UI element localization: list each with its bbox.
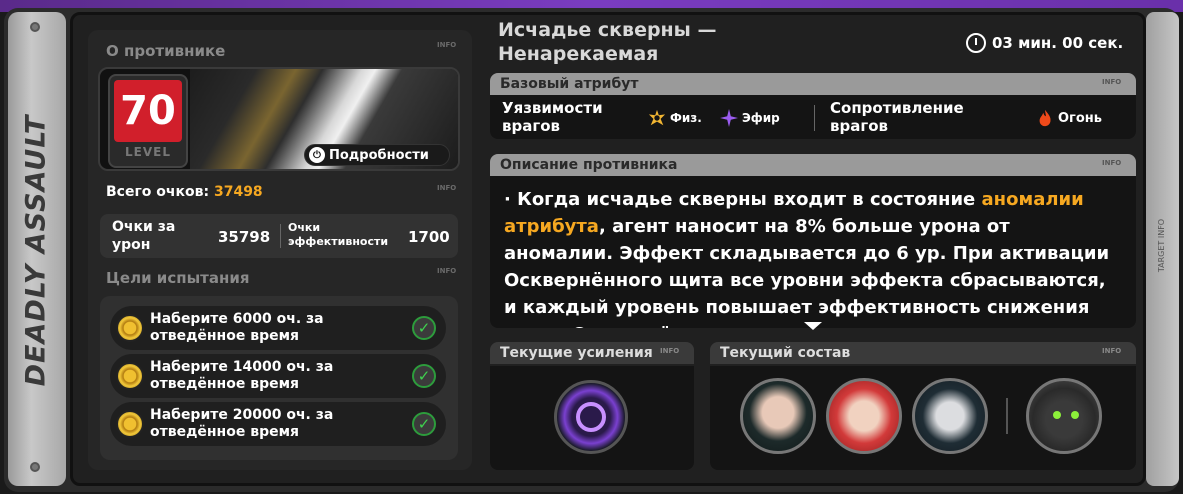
weakness-physical-label: Физ.: [670, 111, 702, 125]
fire-icon: [1039, 109, 1051, 127]
scroll-down-icon[interactable]: [804, 322, 822, 330]
info-tag: INFO: [1102, 347, 1122, 355]
details-button[interactable]: ⏻ Подробности: [304, 144, 450, 166]
bangboo-eye: [1071, 411, 1079, 419]
timer: 03 мин. 00 сек.: [966, 33, 1123, 53]
weakness-physical: Физ.: [648, 109, 702, 127]
team-header: Текущий состав INFO: [710, 342, 1136, 364]
check-icon: ✓: [412, 412, 436, 436]
level-number: 70: [120, 88, 176, 134]
resistance-fire-label: Огонь: [1058, 110, 1102, 126]
buffs-title: Текущие усиления: [500, 345, 653, 361]
side-label: DEADLY ASSAULT: [20, 114, 52, 386]
score-breakdown: Очки за урон 35798 Очки эффективности 17…: [100, 214, 458, 258]
buffs-header: Текущие усиления INFO: [490, 342, 694, 364]
details-button-label: Подробности: [329, 147, 429, 163]
info-tag: INFO: [437, 267, 457, 275]
goals-list: Наберите 6000 оч. за отведённое время ✓ …: [100, 296, 458, 460]
timer-value: 03 мин. 00 сек.: [992, 34, 1124, 52]
buff-icon[interactable]: [554, 380, 628, 454]
divider: [280, 224, 281, 248]
efficiency-score-label: Очки эффективности: [288, 221, 389, 248]
bangboo-avatar[interactable]: [1026, 378, 1102, 454]
level-number-bg: 70: [114, 80, 182, 142]
right-label: TARGET INFO: [1157, 218, 1167, 272]
description-title: Описание противника: [500, 157, 678, 173]
description-panel[interactable]: · Когда исчадье скверны входит в состоян…: [490, 176, 1136, 328]
goal-item: Наберите 6000 оч. за отведённое время ✓: [110, 306, 446, 350]
info-tag: INFO: [437, 184, 457, 192]
divider: [814, 105, 815, 131]
base-attribute-panel: Уязвимости врагов Физ. Эфир Сопротивлени…: [490, 95, 1136, 139]
medal-icon: [116, 410, 144, 438]
info-tag: INFO: [1102, 159, 1122, 167]
base-attribute-title: Базовый атрибут: [500, 76, 639, 92]
weakness-ether-label: Эфир: [742, 111, 780, 125]
goal-item: Наберите 20000 оч. за отведённое время ✓: [110, 402, 446, 446]
clock-icon: [966, 33, 986, 53]
level-badge: 70 LEVEL: [108, 74, 188, 168]
goals-section-title: Цели испытания: [106, 269, 250, 287]
efficiency-score-value: 1700: [408, 228, 450, 246]
description-prefix: · Когда исчадье скверны входит в состоян…: [504, 189, 982, 210]
goal-text: Наберите 20000 оч. за отведённое время: [150, 407, 334, 440]
resistance-label: Сопротивление врагов: [830, 99, 964, 135]
check-icon: ✓: [412, 316, 436, 340]
enemy-section-title: О противнике: [106, 42, 226, 60]
info-tag: INFO: [1102, 78, 1122, 86]
description-text: · Когда исчадье скверны входит в состоян…: [504, 186, 1122, 328]
base-attribute-header: Базовый атрибут INFO: [490, 73, 1136, 95]
goal-text: Наберите 14000 оч. за отведённое время: [150, 359, 334, 392]
agent-avatar[interactable]: [826, 378, 902, 454]
goal-item: Наберите 14000 оч. за отведённое время ✓: [110, 354, 446, 398]
info-tag: INFO: [437, 41, 457, 49]
check-icon: ✓: [412, 364, 436, 388]
enemy-name: Исчадье скверны — Ненарекаемая: [498, 19, 717, 65]
level-label: LEVEL: [125, 145, 171, 159]
team-title: Текущий состав: [720, 345, 851, 361]
total-score-value: 37498: [213, 184, 263, 200]
goal-text: Наберите 6000 оч. за отведённое время: [150, 311, 324, 344]
physical-icon: [648, 109, 666, 126]
bangboo-eye: [1053, 411, 1061, 419]
info-tag: INFO: [660, 347, 680, 355]
medal-icon: [116, 362, 144, 390]
damage-score-value: 35798: [218, 228, 271, 246]
medal-icon: [116, 314, 144, 342]
total-score-label: Всего очков:: [106, 184, 210, 200]
description-header: Описание противника INFO: [490, 154, 1136, 176]
weakness-ether: Эфир: [720, 109, 780, 127]
total-score: Всего очков: 37498: [106, 184, 263, 200]
divider: [1006, 398, 1008, 434]
weakness-label: Уязвимости врагов: [502, 99, 603, 135]
resistance-fire: Огонь: [1036, 109, 1102, 127]
damage-score-label: Очки за урон: [112, 219, 176, 253]
agent-avatar[interactable]: [912, 378, 988, 454]
ether-icon: [720, 109, 738, 127]
agent-avatar[interactable]: [740, 378, 816, 454]
buff-core: [576, 402, 606, 432]
power-icon: ⏻: [309, 147, 325, 163]
